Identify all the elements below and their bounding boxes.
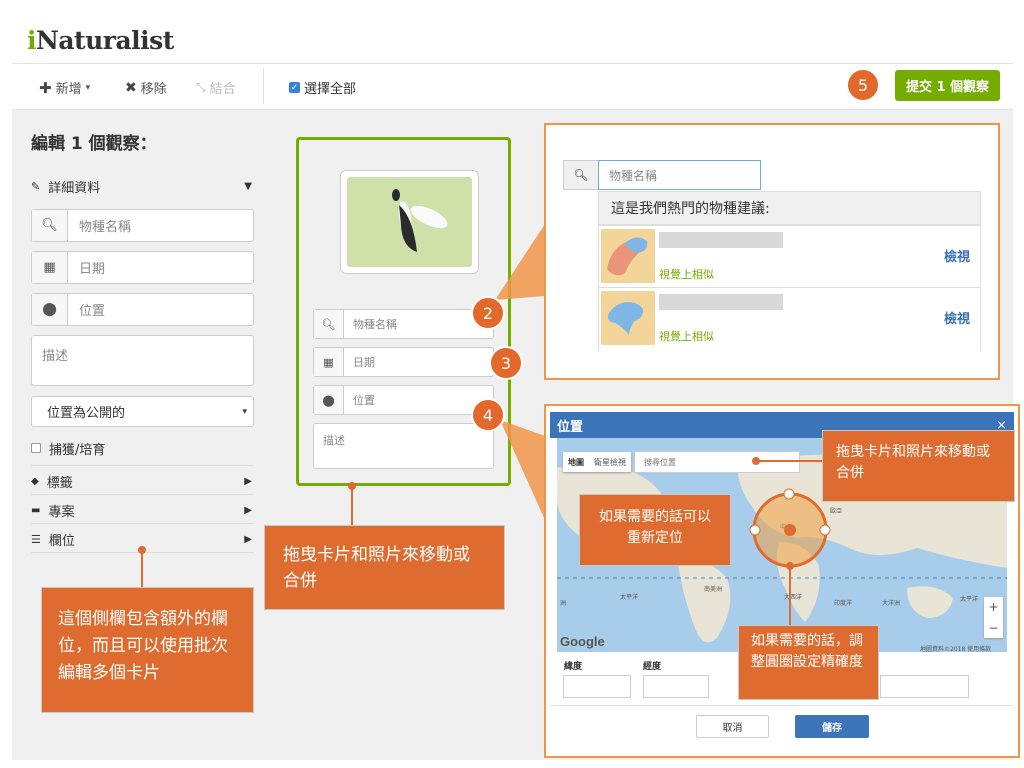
zoom-controls: + − xyxy=(984,597,1003,638)
zoom-out-button[interactable]: − xyxy=(988,621,998,635)
map-credit: 地圖資料©2018 使用條款 xyxy=(920,646,992,653)
accuracy-callout: 如果需要的話，調整圓圈設定精確度 xyxy=(738,625,879,700)
place-name-input[interactable] xyxy=(880,675,969,698)
longitude-label: 經度 xyxy=(643,662,662,672)
google-logo: Google xyxy=(560,634,605,649)
reposition-callout: 如果需要的話可以重新定位 xyxy=(579,494,731,566)
latitude-label: 緯度 xyxy=(564,662,583,672)
longitude-input[interactable] xyxy=(643,675,709,698)
latitude-input[interactable] xyxy=(563,675,631,698)
zoom-in-button[interactable]: + xyxy=(988,600,998,614)
cancel-button[interactable]: 取消 xyxy=(696,715,769,738)
modal-footer-divider xyxy=(550,705,1014,706)
map-drag-callout: 拖曳卡片和照片來移動或合併 xyxy=(822,430,1015,502)
save-button[interactable]: 儲存 xyxy=(795,715,869,738)
